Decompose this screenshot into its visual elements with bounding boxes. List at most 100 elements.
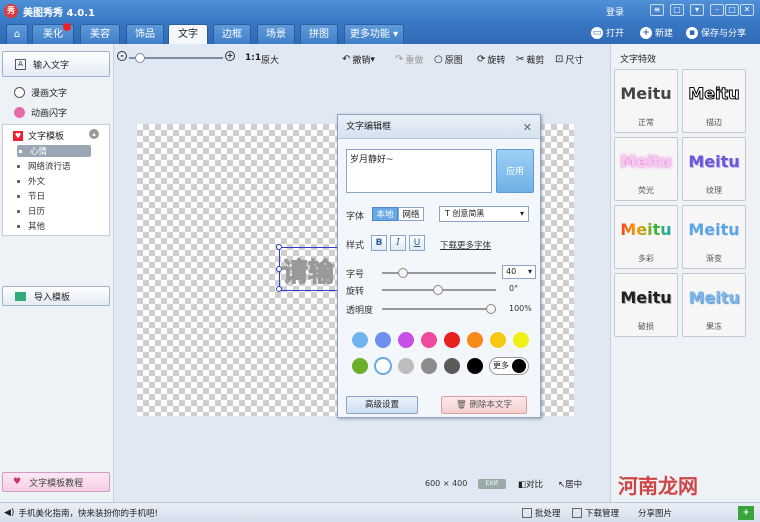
color-swatch[interactable] bbox=[513, 332, 529, 348]
color-swatch[interactable] bbox=[444, 358, 460, 374]
original-button[interactable]: ○ 原图 bbox=[434, 53, 463, 66]
skin-icon[interactable]: ▢ bbox=[670, 4, 684, 16]
tab-beauty[interactable]: 美容 bbox=[80, 24, 120, 44]
login-link[interactable]: 登录 bbox=[606, 5, 624, 18]
resize-handle[interactable] bbox=[276, 244, 282, 250]
input-text-button[interactable]: A 输入文字 bbox=[2, 51, 110, 77]
maximize-icon[interactable]: □ bbox=[725, 4, 739, 16]
tab-accessories[interactable]: 饰品 bbox=[126, 24, 164, 44]
color-swatch[interactable] bbox=[467, 358, 483, 374]
home-tab[interactable]: ⌂ bbox=[6, 24, 28, 44]
effect-tile[interactable]: Meitu 渐变 bbox=[682, 205, 746, 269]
size-select[interactable]: 40 ▾ bbox=[502, 265, 536, 279]
original-size-button[interactable]: 原大 bbox=[261, 53, 279, 66]
color-swatch[interactable] bbox=[374, 357, 392, 375]
italic-button[interactable]: I bbox=[390, 235, 406, 251]
rotate-button[interactable]: ⟳ 旋转 bbox=[477, 53, 505, 66]
advanced-settings-button[interactable]: 高级设置 bbox=[346, 396, 418, 414]
effect-tile[interactable]: Meitu 荧光 bbox=[614, 137, 678, 201]
import-template-button[interactable]: 导入模板 bbox=[2, 286, 110, 306]
zoom-out-icon[interactable]: - bbox=[117, 51, 127, 61]
download-manager-button[interactable]: 下载管理 bbox=[572, 507, 619, 519]
circle-icon: ○ bbox=[434, 54, 443, 65]
font-online-toggle[interactable]: 网络 bbox=[398, 207, 424, 221]
anim-text-link[interactable]: 动画闪字 bbox=[14, 106, 67, 119]
tab-label: 美化 bbox=[43, 29, 63, 40]
effect-tile[interactable]: Meitu 破损 bbox=[614, 273, 678, 337]
left-panel: A 输入文字 漫画文字 动画闪字 ♥ 文字模板 ▴ 心情 网络流行语 外文 节日… bbox=[0, 44, 114, 502]
color-swatch[interactable] bbox=[421, 332, 437, 348]
color-swatch[interactable] bbox=[444, 332, 460, 348]
template-item[interactable]: 网络流行语 bbox=[17, 160, 71, 172]
tutorial-button[interactable]: ♥ 文字模板教程 bbox=[2, 472, 110, 492]
delete-text-button[interactable]: 🗑 删除本文字 bbox=[441, 396, 527, 414]
color-swatch[interactable] bbox=[375, 332, 391, 348]
color-swatch[interactable] bbox=[352, 332, 368, 348]
template-item[interactable]: 日历 bbox=[17, 205, 45, 217]
font-select[interactable]: T 创意简黑 ▾ bbox=[439, 206, 529, 222]
center-button[interactable]: ↖居中 bbox=[558, 478, 582, 490]
color-swatch[interactable] bbox=[421, 358, 437, 374]
undo-button[interactable]: ↶ 撤销 ▾ bbox=[342, 53, 375, 66]
zoom-slider-knob[interactable] bbox=[135, 53, 145, 63]
effect-tile[interactable]: Meitu 纹理 bbox=[682, 137, 746, 201]
effect-label: 果冻 bbox=[706, 322, 722, 331]
close-icon[interactable]: ✕ bbox=[740, 4, 754, 16]
dialog-close-icon[interactable]: ✕ bbox=[523, 121, 532, 134]
tab-text[interactable]: 文字 bbox=[168, 24, 208, 44]
exif-badge[interactable]: EXIF bbox=[478, 479, 506, 489]
share-picture-button[interactable]: 分享图片 bbox=[638, 507, 672, 519]
ratio-label[interactable]: 1:1 bbox=[245, 53, 261, 63]
resize-handle[interactable] bbox=[276, 266, 282, 272]
new-button[interactable]: + 新建 bbox=[640, 26, 673, 39]
opacity-slider-knob[interactable] bbox=[486, 304, 496, 314]
color-swatch[interactable] bbox=[398, 358, 414, 374]
add-icon[interactable]: + bbox=[738, 506, 754, 520]
template-item[interactable]: 其他 bbox=[17, 220, 45, 232]
color-swatch[interactable] bbox=[352, 358, 368, 374]
tab-more[interactable]: 更多功能 ▾ bbox=[344, 24, 404, 44]
tab-beautify[interactable]: 美化 bbox=[32, 23, 74, 44]
save-share-button[interactable]: ▪ 保存与分享 bbox=[686, 26, 746, 39]
template-header[interactable]: ♥ 文字模板 bbox=[13, 129, 64, 142]
text-selection-box[interactable]: 请输 bbox=[276, 244, 341, 292]
apply-button[interactable]: 应用 bbox=[496, 149, 534, 193]
bold-button[interactable]: B bbox=[371, 235, 387, 251]
font-local-toggle[interactable]: 本地 bbox=[372, 207, 398, 221]
status-tip[interactable]: ◀) 手机美化指南，快来装扮你的手机吧! bbox=[4, 507, 158, 519]
zoom-in-icon[interactable]: + bbox=[225, 51, 235, 61]
minimize-icon[interactable]: – bbox=[710, 4, 724, 16]
compare-button[interactable]: ◧对比 bbox=[518, 478, 543, 490]
redo-button[interactable]: ↷ 重做 bbox=[395, 53, 423, 66]
dialog-title-text: 文字编辑框 bbox=[346, 122, 392, 132]
color-swatch[interactable] bbox=[467, 332, 483, 348]
text-content-input[interactable]: 岁月静好~ bbox=[346, 149, 492, 193]
settings-icon[interactable]: ▾ bbox=[690, 4, 704, 16]
resize-handle[interactable] bbox=[276, 286, 282, 292]
opacity-slider[interactable] bbox=[382, 308, 496, 310]
more-colors-button[interactable]: 更多 bbox=[489, 357, 529, 375]
effect-tile[interactable]: Meitu 果冻 bbox=[682, 273, 746, 337]
tab-collage[interactable]: 拼图 bbox=[300, 24, 338, 44]
underline-button[interactable]: U bbox=[409, 235, 425, 251]
template-item[interactable]: 心情 bbox=[17, 145, 91, 157]
menu-icon[interactable]: ≡ bbox=[650, 4, 664, 16]
resize-button[interactable]: ⊡ 尺寸 bbox=[555, 53, 583, 66]
crop-button[interactable]: ✂ 裁剪 bbox=[516, 53, 544, 66]
collapse-icon[interactable]: ▴ bbox=[89, 129, 99, 139]
rotate-slider-knob[interactable] bbox=[433, 285, 443, 295]
open-button[interactable]: ▭ 打开 bbox=[591, 26, 624, 39]
color-swatch[interactable] bbox=[398, 332, 414, 348]
download-fonts-link[interactable]: 下载更多字体 bbox=[440, 239, 491, 251]
template-item[interactable]: 外文 bbox=[17, 175, 45, 187]
batch-button[interactable]: 批处理 bbox=[522, 507, 561, 519]
effect-tile[interactable]: Meitu 正常 bbox=[614, 69, 678, 133]
effect-tile[interactable]: Meitu 描边 bbox=[682, 69, 746, 133]
tab-scene[interactable]: 场景 bbox=[257, 24, 295, 44]
effect-tile[interactable]: Meitu 多彩 bbox=[614, 205, 678, 269]
tab-frame[interactable]: 边框 bbox=[213, 24, 251, 44]
template-item[interactable]: 节日 bbox=[17, 190, 45, 202]
color-swatch[interactable] bbox=[490, 332, 506, 348]
size-slider-knob[interactable] bbox=[398, 268, 408, 278]
comic-text-link[interactable]: 漫画文字 bbox=[14, 86, 67, 99]
